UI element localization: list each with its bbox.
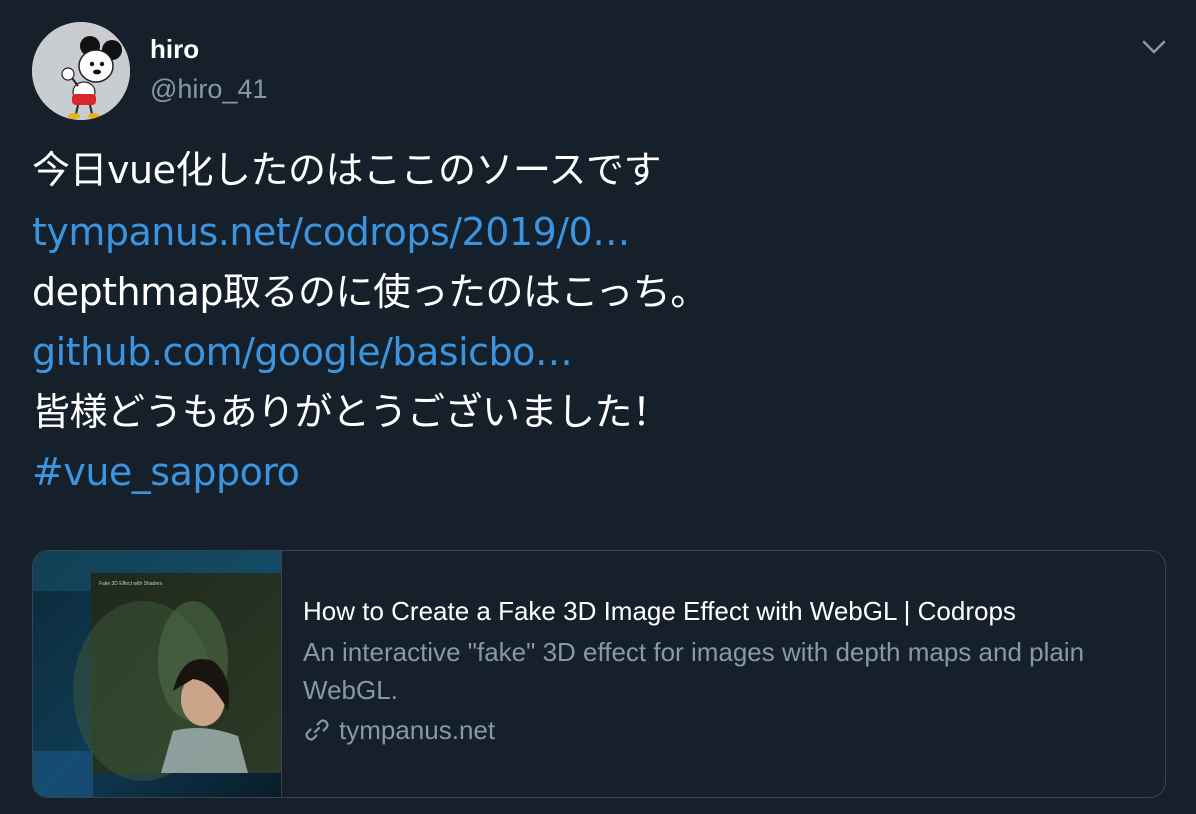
- tweet-link-codrops[interactable]: tympanus.net/codrops/2019/0…: [32, 210, 630, 254]
- tweet-text-line: 皆様どうもありがとうございました！: [32, 390, 670, 434]
- tweet-text-line: 今日vue化したのはここのソースです: [32, 148, 662, 192]
- user-handle[interactable]: @hiro_41: [150, 74, 267, 105]
- card-description: An interactive "fake" 3D effect for imag…: [303, 637, 1085, 705]
- display-name[interactable]: hiro: [150, 34, 199, 65]
- card-thumbnail: Fake 3D Effect with Shaders: [33, 551, 282, 797]
- avatar-image: [32, 22, 130, 120]
- card-text: How to Create a Fake 3D Image Effect wit…: [303, 595, 1145, 749]
- tweet-link-github[interactable]: github.com/google/basicbo…: [32, 330, 573, 374]
- card-domain: tympanus.net: [303, 711, 1145, 749]
- link-preview-card[interactable]: Fake 3D Effect with Shaders How to Creat…: [32, 550, 1166, 798]
- tweet: hiro @hiro_41 今日vue化したのはここのソースです tympanu…: [0, 0, 1196, 814]
- chevron-down-icon[interactable]: [1140, 36, 1168, 58]
- link-icon: [303, 716, 331, 744]
- tweet-text-line: depthmap取るのに使ったのはこっち。: [32, 270, 708, 314]
- hashtag-link[interactable]: #vue_sapporo: [32, 450, 300, 494]
- card-title: How to Create a Fake 3D Image Effect wit…: [303, 596, 1016, 626]
- avatar[interactable]: [32, 22, 130, 120]
- svg-text:Fake 3D Effect with Shaders: Fake 3D Effect with Shaders: [99, 581, 163, 587]
- card-domain-text: tympanus.net: [339, 715, 496, 745]
